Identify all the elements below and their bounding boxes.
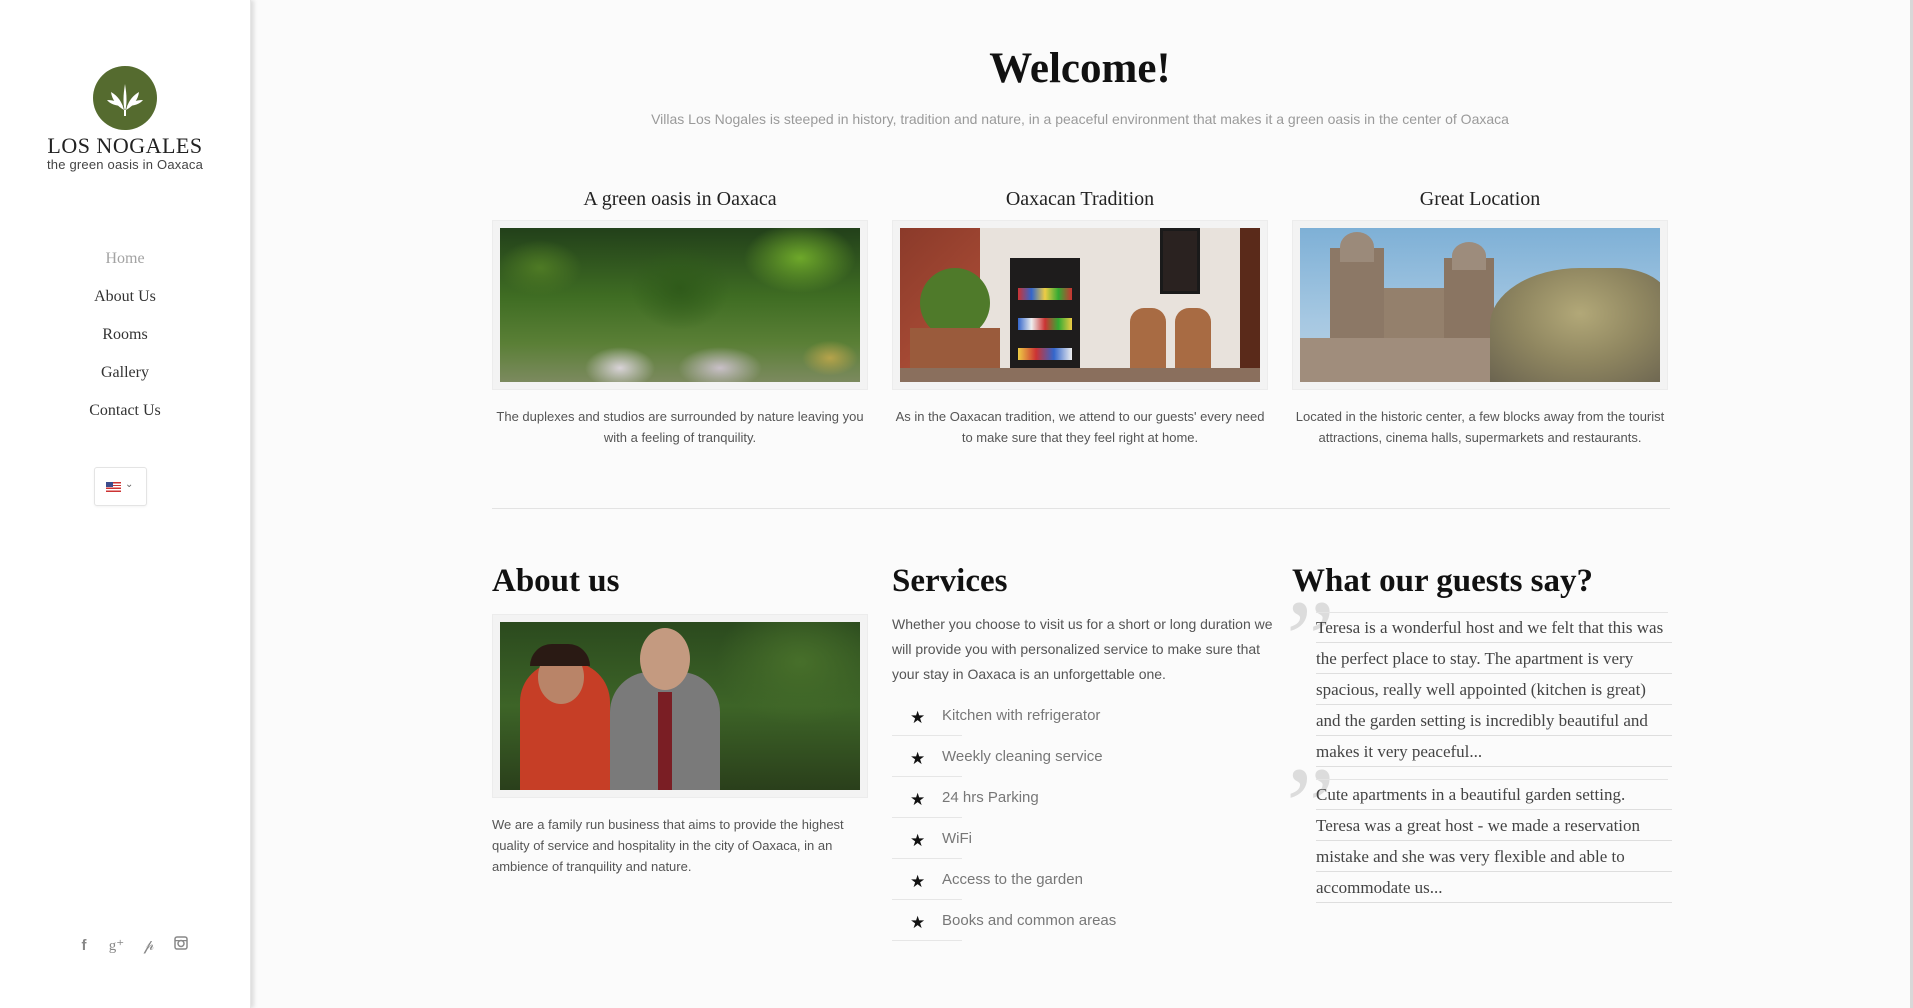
about-text: We are a family run business that aims t…	[492, 817, 844, 874]
interior-image	[892, 220, 1268, 390]
star-icon: ★	[910, 913, 926, 932]
feature-green-oasis: A green oasis in Oaxaca The duplexes and…	[492, 186, 868, 448]
nav-item-home[interactable]: Home	[0, 247, 250, 285]
nav-item-gallery[interactable]: Gallery	[0, 361, 250, 399]
services-section: Services Whether you choose to visit us …	[892, 558, 1273, 941]
list-item: ★ Weekly cleaning service	[892, 736, 1272, 777]
chevron-down-icon: ⌄	[125, 479, 134, 490]
list-item: ★ 24 hrs Parking	[892, 777, 1272, 818]
services-text: Whether you choose to visit us for a sho…	[892, 616, 1273, 682]
church-image	[1292, 220, 1668, 390]
testimonials-title: What our guests say?	[1292, 563, 1594, 599]
list-item: ★ Kitchen with refrigerator	[892, 695, 1272, 736]
main-content: Welcome! Villas Los Nogales is steeped i…	[250, 0, 1913, 1008]
star-icon: ★	[910, 831, 926, 850]
owners-photo	[492, 614, 868, 798]
logo-tagline: the green oasis in Oaxaca	[46, 157, 204, 172]
star-icon: ★	[910, 708, 926, 727]
feature-great-location: Great Location Located in the historic c…	[1292, 186, 1668, 448]
services-title: Services	[892, 563, 1008, 599]
feature-title: Great Location	[1419, 188, 1541, 210]
garden-image	[492, 220, 868, 390]
list-item: ★ WiFi	[892, 818, 1272, 859]
feature-oaxacan-tradition: Oaxacan Tradition As in the Oaxacan trad…	[892, 186, 1268, 448]
feature-title: Oaxacan Tradition	[1005, 188, 1155, 210]
star-icon: ★	[910, 749, 926, 768]
feature-text: Located in the historic center, a few bl…	[1295, 409, 1665, 445]
sidebar: LOS NOGALES the green oasis in Oaxaca Ho…	[0, 0, 251, 1008]
logo-emblem	[93, 66, 157, 130]
social-links: f g⁺ 𝓅	[70, 936, 195, 955]
services-list: ★ Kitchen with refrigerator ★ Weekly clean…	[892, 695, 1272, 941]
leaf-icon	[107, 84, 143, 116]
feature-title: A green oasis in Oaxaca	[583, 188, 777, 210]
testimonial-text: Teresa is a wonderful host and we felt t…	[1316, 612, 1668, 767]
testimonial-text: Cute apartments in a beautiful garden se…	[1316, 779, 1668, 903]
nav-item-contact-us[interactable]: Contact Us	[0, 399, 250, 437]
logo-name: LOS NOGALES	[47, 133, 203, 158]
page-title: Welcome!	[989, 45, 1171, 92]
intro-text: Villas Los Nogales is steeped in history…	[651, 111, 1509, 127]
testimonials-section: What our guests say? ” Teresa is a wonde…	[1286, 558, 1672, 903]
testimonial: ” Cute apartments in a beautiful garden …	[1286, 751, 1672, 903]
pinterest-icon[interactable]: 𝓅	[135, 937, 163, 955]
feature-text: The duplexes and studios are surrounded …	[496, 409, 864, 445]
star-icon: ★	[910, 790, 926, 809]
feature-text: As in the Oaxacan tradition, we attend t…	[895, 409, 1265, 445]
language-selector[interactable]: ⌄	[94, 467, 147, 506]
main-nav: Home About Us Rooms Gallery Contact Us	[0, 247, 250, 437]
list-item: ★ Access to the garden	[892, 859, 1272, 900]
us-flag-icon	[106, 482, 121, 492]
instagram-icon[interactable]	[167, 936, 195, 954]
star-icon: ★	[910, 872, 926, 891]
testimonial: ” Teresa is a wonderful host and we felt…	[1286, 584, 1672, 767]
section-divider	[492, 508, 1670, 509]
list-item: ★ Books and common areas	[892, 900, 1272, 941]
google-plus-icon[interactable]: g⁺	[102, 936, 130, 955]
logo[interactable]: LOS NOGALES the green oasis in Oaxaca	[0, 66, 250, 172]
facebook-icon[interactable]: f	[70, 937, 98, 954]
nav-item-about-us[interactable]: About Us	[0, 285, 250, 323]
nav-item-rooms[interactable]: Rooms	[0, 323, 250, 361]
about-title: About us	[492, 563, 620, 599]
about-section: About us We are a family run business th…	[492, 558, 872, 877]
